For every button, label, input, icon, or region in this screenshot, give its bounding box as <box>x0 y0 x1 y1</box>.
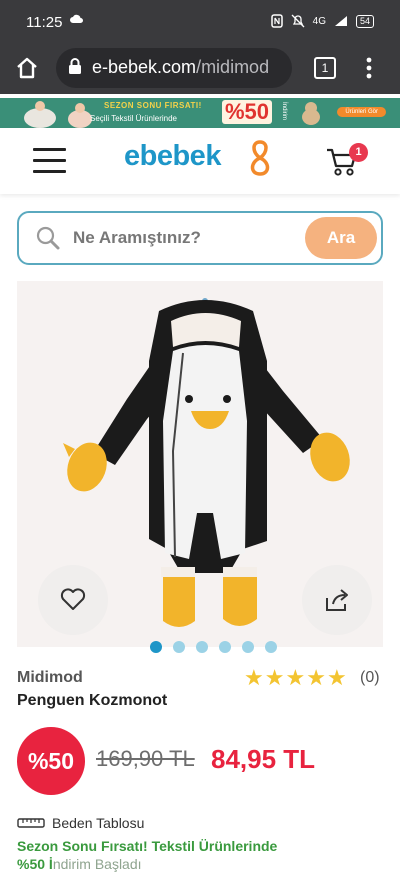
star-icon: ★ <box>285 665 306 690</box>
url-host: e-bebek.com <box>92 57 197 77</box>
search-icon <box>36 226 60 250</box>
product-brand[interactable]: Midimod <box>17 669 83 687</box>
rating-stars[interactable]: ★ ★ ★ ★ ★ <box>244 667 347 689</box>
search-input[interactable]: Ne Aramıştınız? <box>73 228 201 248</box>
promo-link-continued[interactable]: %50 İndirim Başladı <box>17 856 142 872</box>
product-name: Penguen Kozmonot <box>17 692 168 709</box>
banner-kids-image <box>24 101 92 128</box>
cart-count-badge: 1 <box>349 143 368 162</box>
pagination-dot[interactable] <box>242 641 254 653</box>
pagination-dot[interactable] <box>150 641 162 653</box>
current-price: 84,95 TL <box>211 744 316 774</box>
old-price: 169,90 TL <box>96 746 195 771</box>
lock-icon <box>69 58 81 74</box>
lte-label: 4G <box>312 15 326 27</box>
url-text[interactable]: e-bebek.com/midimod <box>92 57 288 78</box>
mute-icon <box>291 14 305 28</box>
promo-banner[interactable]: SEZON SONU FIRSATI! Seçili Tekstil Ürünl… <box>0 98 400 128</box>
logo-text: ebebek <box>124 140 221 172</box>
promo-link[interactable]: Sezon Sonu Fırsatı! Tekstil Ürünlerinde <box>17 838 277 854</box>
promo2-start: %50 İ <box>17 856 53 872</box>
banner-subtitle: Seçili Tekstil Ürünlerinde <box>90 114 177 123</box>
rating-count[interactable]: (0) <box>360 669 380 687</box>
battery-icon: 54 <box>355 14 374 28</box>
search-bar: Ne Aramıştınız? Ara <box>17 211 383 265</box>
pagination-dot[interactable] <box>196 641 208 653</box>
hamburger-menu-icon[interactable] <box>33 148 66 181</box>
size-chart-label: Beden Tablosu <box>52 815 145 831</box>
promo2-rest: ndirim Başladı <box>52 856 142 872</box>
banner-suffix: İndirim <box>281 102 287 121</box>
logo-mark-icon <box>250 140 270 176</box>
star-icon: ★ <box>326 665 347 690</box>
banner-title: SEZON SONU FIRSATI! <box>104 101 202 110</box>
gallery-pagination <box>150 641 277 653</box>
banner-cta[interactable]: Ürünleri Gör <box>337 107 386 117</box>
status-time: 11:25 <box>26 14 63 31</box>
nfc-icon <box>270 14 283 28</box>
status-bar: 11:25 4G 54 <box>0 0 400 44</box>
tab-switcher[interactable]: 1 <box>314 57 336 79</box>
star-icon: ★ <box>306 665 326 690</box>
share-icon <box>326 589 348 611</box>
site-header: ebebek 1 <box>0 128 400 194</box>
ruler-icon <box>17 818 45 828</box>
star-icon: ★ <box>244 665 264 690</box>
search-button[interactable]: Ara <box>305 217 377 259</box>
favorite-button[interactable] <box>38 565 108 635</box>
pagination-dot[interactable] <box>173 641 185 653</box>
banner-percent: %50 <box>222 100 273 124</box>
more-menu-icon[interactable] <box>362 55 376 81</box>
cloud-icon <box>70 14 83 23</box>
heart-icon <box>60 588 86 610</box>
star-icon: ★ <box>264 665 285 690</box>
discount-badge: %50 <box>17 727 85 795</box>
signal-icon <box>334 16 347 26</box>
banner-bear-image <box>302 102 320 125</box>
home-icon[interactable] <box>14 55 40 81</box>
url-path: /midimod <box>196 57 270 77</box>
share-button[interactable] <box>302 565 372 635</box>
pagination-dot[interactable] <box>265 641 277 653</box>
browser-toolbar: e-bebek.com/midimod 1 <box>0 44 400 94</box>
ebebek-logo[interactable]: ebebek <box>124 140 270 176</box>
pagination-dot[interactable] <box>219 641 231 653</box>
status-icons: 4G 54 <box>270 14 374 28</box>
size-chart-link[interactable]: Beden Tablosu <box>17 815 144 831</box>
